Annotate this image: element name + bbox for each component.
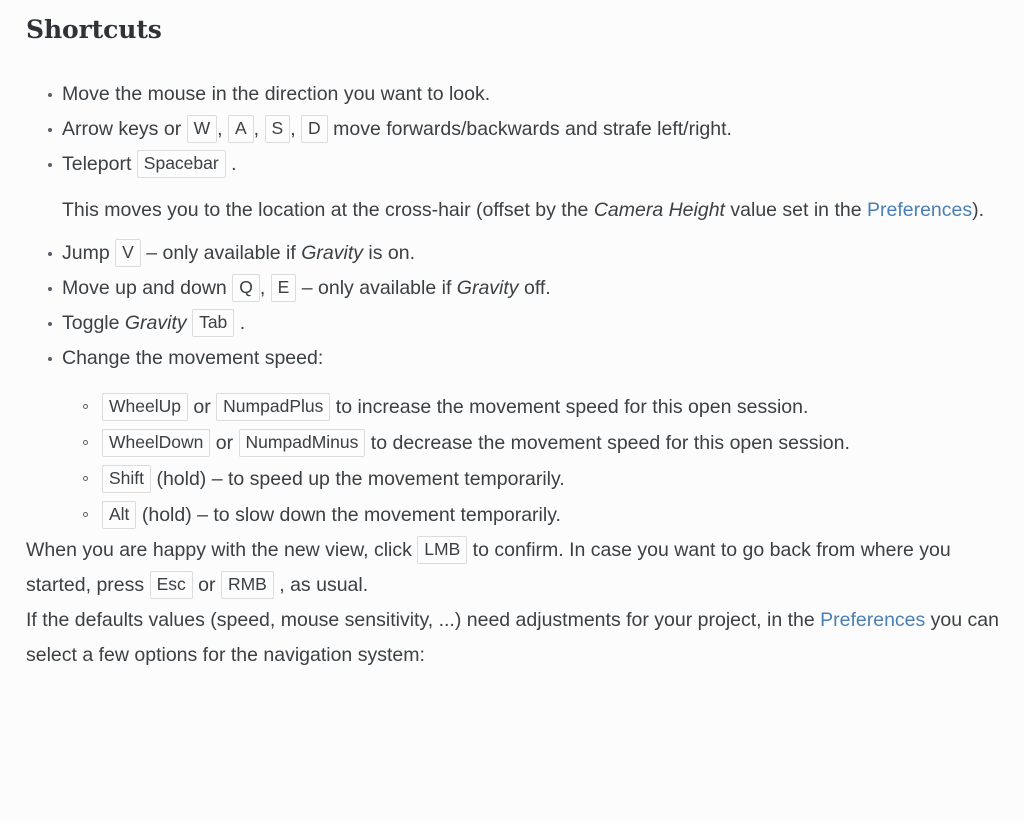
list-item: Jump V – only available if Gravity is on…	[26, 236, 1000, 271]
shortcut-text: WheelDown or NumpadMinus to decrease the…	[102, 432, 850, 454]
shortcut-text: Move up and down Q, E – only available i…	[62, 277, 551, 299]
defaults-paragraph: If the defaults values (speed, mouse sen…	[26, 603, 1000, 673]
text-run: is on.	[363, 242, 415, 264]
kbd-w: W	[187, 115, 218, 144]
text-run: to decrease the movement speed for this …	[365, 432, 850, 454]
list-item: Change the movement speed: WheelUp or Nu…	[26, 341, 1000, 533]
list-item: Teleport Spacebar .	[26, 147, 1000, 182]
kbd-s: S	[265, 115, 291, 144]
confirm-text-4: , as usual.	[274, 574, 368, 596]
list-item: Toggle Gravity Tab .	[26, 306, 1000, 341]
kbd-numpadminus: NumpadMinus	[239, 429, 366, 458]
list-item: Arrow keys or W, A, S, D move forwards/b…	[26, 112, 1000, 147]
camera-height-emphasis: Camera Height	[594, 199, 725, 221]
kbd-spacebar: Spacebar	[137, 150, 226, 179]
teleport-note-middle: value set in the	[725, 199, 867, 221]
text-run: .	[234, 312, 245, 334]
shortcut-text: Move the mouse in the direction you want…	[62, 83, 490, 105]
text-run: Arrow keys or	[62, 118, 187, 140]
text-run: .	[226, 153, 237, 175]
preferences-link[interactable]: Preferences	[867, 199, 972, 221]
document-page: Shortcuts Move the mouse in the directio…	[0, 0, 1024, 673]
text-run: move forwards/backwards and strafe left/…	[328, 118, 732, 140]
kbd-shift: Shift	[102, 465, 151, 494]
teleport-note-paragraph: This moves you to the location at the cr…	[62, 193, 1000, 228]
text-run: ,	[260, 277, 271, 299]
text-run: Jump	[62, 242, 115, 264]
text-run: ,	[217, 118, 228, 140]
kbd-tab: Tab	[192, 309, 234, 338]
preferences-link[interactable]: Preferences	[820, 609, 925, 631]
shortcut-text: Teleport Spacebar .	[62, 153, 237, 175]
text-run: Move the mouse in the direction you want…	[62, 83, 490, 105]
movement-speed-label: Change the movement speed:	[62, 347, 323, 369]
text-run: or	[188, 396, 216, 418]
list-item: Move the mouse in the direction you want…	[26, 77, 1000, 112]
kbd-alt: Alt	[102, 501, 136, 530]
defaults-text-1: If the defaults values (speed, mouse sen…	[26, 609, 820, 631]
teleport-note-tail: ).	[972, 199, 984, 221]
text-run: Toggle	[62, 312, 125, 334]
list-item: Move up and down Q, E – only available i…	[26, 271, 1000, 306]
text-run: ,	[254, 118, 265, 140]
kbd-d: D	[301, 115, 328, 144]
shortcut-text: Alt (hold) – to slow down the movement t…	[102, 504, 561, 526]
shortcut-text: Arrow keys or W, A, S, D move forwards/b…	[62, 118, 732, 140]
shortcut-text: Toggle Gravity Tab .	[62, 312, 245, 334]
text-run: (hold) – to slow down the movement tempo…	[136, 504, 561, 526]
list-item: Alt (hold) – to slow down the movement t…	[62, 497, 1000, 533]
kbd-wheeldown: WheelDown	[102, 429, 210, 458]
list-item: WheelDown or NumpadMinus to decrease the…	[62, 425, 1000, 461]
text-run: (hold) – to speed up the movement tempor…	[151, 468, 565, 490]
teleport-note: This moves you to the location at the cr…	[26, 193, 1000, 228]
shortcut-text: Shift (hold) – to speed up the movement …	[102, 468, 565, 490]
kbd-esc: Esc	[150, 571, 193, 600]
kbd-rmb: RMB	[221, 571, 274, 600]
confirm-text-1: When you are happy with the new view, cl…	[26, 539, 417, 561]
list-item: Shift (hold) – to speed up the movement …	[62, 461, 1000, 497]
confirm-paragraph: When you are happy with the new view, cl…	[26, 533, 1000, 603]
confirm-text-3: or	[193, 574, 221, 596]
movement-speed-sublist: WheelUp or NumpadPlus to increase the mo…	[62, 389, 1000, 533]
shortcut-text: WheelUp or NumpadPlus to increase the mo…	[102, 396, 808, 418]
list-item: WheelUp or NumpadPlus to increase the mo…	[62, 389, 1000, 425]
emphasis-text: Gravity	[301, 242, 363, 264]
kbd-numpadplus: NumpadPlus	[216, 393, 330, 422]
text-run: or	[210, 432, 238, 454]
kbd-lmb: LMB	[417, 536, 467, 565]
page-title: Shortcuts	[26, 14, 1000, 47]
kbd-v: V	[115, 239, 141, 268]
kbd-e: E	[271, 274, 297, 303]
text-run: – only available if	[296, 277, 456, 299]
teleport-note-lead: This moves you to the location at the cr…	[62, 199, 594, 221]
text-run: off.	[519, 277, 551, 299]
text-run: ,	[290, 118, 301, 140]
emphasis-text: Gravity	[125, 312, 187, 334]
kbd-q: Q	[232, 274, 260, 303]
shortcuts-list: Move the mouse in the direction you want…	[26, 77, 1000, 533]
kbd-a: A	[228, 115, 254, 144]
kbd-wheelup: WheelUp	[102, 393, 188, 422]
emphasis-text: Gravity	[457, 277, 519, 299]
text-run: – only available if	[141, 242, 301, 264]
text-run: Move up and down	[62, 277, 232, 299]
shortcut-text: Jump V – only available if Gravity is on…	[62, 242, 415, 264]
text-run: to increase the movement speed for this …	[330, 396, 808, 418]
text-run: Teleport	[62, 153, 137, 175]
